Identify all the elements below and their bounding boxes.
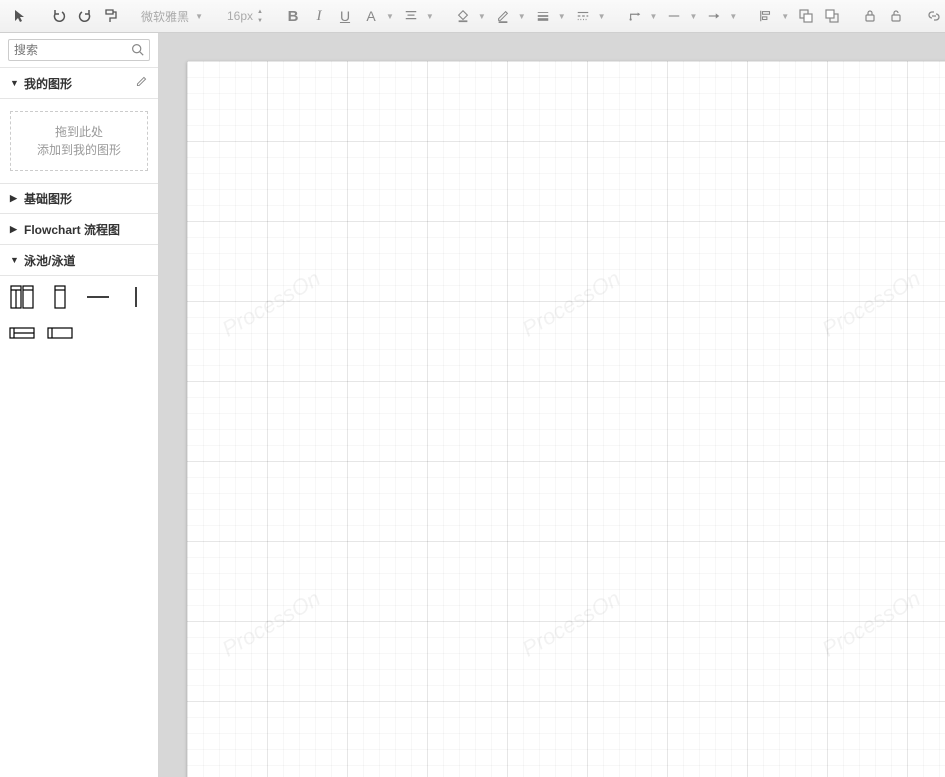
section-label: 我的图形 — [24, 75, 72, 92]
shape-horizontal-pool[interactable] — [6, 318, 38, 348]
link-button[interactable] — [921, 3, 945, 29]
watermark: ProcessOn — [218, 266, 325, 343]
font-family-label: 微软雅黑 — [141, 8, 189, 25]
section-flowchart[interactable]: ▶ Flowchart 流程图 — [0, 214, 158, 245]
cursor-plus-icon[interactable] — [8, 3, 34, 29]
align-button[interactable]: ▼ — [753, 3, 793, 29]
section-swimlane[interactable]: ▼ 泳池/泳道 — [0, 245, 158, 276]
lock-button[interactable] — [857, 3, 883, 29]
caret-down-icon: ▼ — [10, 255, 20, 265]
section-my-shapes[interactable]: ▼ 我的图形 — [0, 68, 158, 99]
toolbar: 微软雅黑 ▼ 16px ▲▼ B I U A▼ ▼ ▼ ▼ ▼ ▼ ▼ ▼ ▼ … — [0, 0, 945, 33]
canvas-grid[interactable]: ProcessOn ProcessOn ProcessOn ProcessOn … — [187, 61, 945, 777]
line-style-button[interactable]: ▼ — [570, 3, 610, 29]
swimlane-shapes-grid — [0, 276, 158, 354]
text-align-button[interactable]: ▼ — [398, 3, 438, 29]
shape-vertical-pool[interactable] — [6, 282, 38, 312]
chevron-down-icon: ▼ — [558, 12, 566, 21]
search-icon[interactable] — [131, 43, 144, 59]
edit-icon[interactable] — [135, 75, 148, 91]
redo-button[interactable] — [72, 3, 98, 29]
chevron-down-icon: ▼ — [386, 12, 394, 21]
watermark: ProcessOn — [218, 586, 325, 663]
sidebar: ▼ 我的图形 拖到此处 添加到我的图形 ▶ 基础图形 ▶ Flowchart 流… — [0, 33, 159, 777]
shape-horizontal-lane[interactable] — [44, 318, 76, 348]
watermark: ProcessOn — [518, 586, 625, 663]
chevron-down-icon: ▼ — [781, 12, 789, 21]
drop-zone-line2: 添加到我的图形 — [37, 141, 121, 159]
chevron-down-icon: ▼ — [650, 12, 658, 21]
chevron-down-icon: ▼ — [598, 12, 606, 21]
section-label: 泳池/泳道 — [24, 252, 75, 269]
chevron-down-icon: ▼ — [729, 12, 737, 21]
font-size-stepper[interactable]: ▲▼ — [255, 7, 265, 25]
watermark: ProcessOn — [818, 266, 925, 343]
shape-h-separator[interactable] — [82, 282, 114, 312]
send-back-button[interactable] — [819, 3, 845, 29]
fill-color-button[interactable]: ▼ — [450, 3, 490, 29]
section-basic-shapes[interactable]: ▶ 基础图形 — [0, 183, 158, 214]
italic-button[interactable]: I — [306, 3, 332, 29]
shape-vertical-lane[interactable] — [44, 282, 76, 312]
bring-front-button[interactable] — [793, 3, 819, 29]
undo-button[interactable] — [46, 3, 72, 29]
search-input[interactable] — [8, 39, 150, 61]
watermark: ProcessOn — [518, 266, 625, 343]
chevron-down-icon: ▼ — [195, 12, 203, 21]
font-size-label: 16px — [227, 9, 253, 23]
chevron-down-icon: ▼ — [689, 12, 697, 21]
section-label: 基础图形 — [24, 190, 72, 207]
my-shapes-drop-zone[interactable]: 拖到此处 添加到我的图形 — [10, 111, 148, 171]
watermark: ProcessOn — [818, 586, 925, 663]
text-color-button[interactable]: A▼ — [358, 3, 398, 29]
search-container — [0, 33, 158, 68]
line-width-button[interactable]: ▼ — [530, 3, 570, 29]
canvas-area[interactable]: ProcessOn ProcessOn ProcessOn ProcessOn … — [159, 33, 945, 777]
chevron-down-icon: ▼ — [478, 12, 486, 21]
bold-button[interactable]: B — [280, 3, 306, 29]
arrow-start-button[interactable]: ▼ — [661, 3, 701, 29]
caret-right-icon: ▶ — [10, 193, 20, 204]
caret-right-icon: ▶ — [10, 224, 20, 235]
line-color-button[interactable]: ▼ — [490, 3, 530, 29]
chevron-down-icon: ▼ — [426, 12, 434, 21]
section-label: Flowchart 流程图 — [24, 221, 120, 238]
caret-down-icon: ▼ — [10, 78, 20, 88]
font-size-select[interactable]: 16px ▲▼ — [220, 5, 268, 27]
underline-button[interactable]: U — [332, 3, 358, 29]
unlock-button[interactable] — [883, 3, 909, 29]
drop-zone-line1: 拖到此处 — [55, 123, 103, 141]
font-family-select[interactable]: 微软雅黑 ▼ — [136, 5, 208, 27]
connector-type-button[interactable]: ▼ — [622, 3, 662, 29]
shape-v-separator[interactable] — [120, 282, 152, 312]
chevron-down-icon: ▼ — [518, 12, 526, 21]
format-painter-button[interactable] — [98, 3, 124, 29]
arrow-end-button[interactable]: ▼ — [701, 3, 741, 29]
